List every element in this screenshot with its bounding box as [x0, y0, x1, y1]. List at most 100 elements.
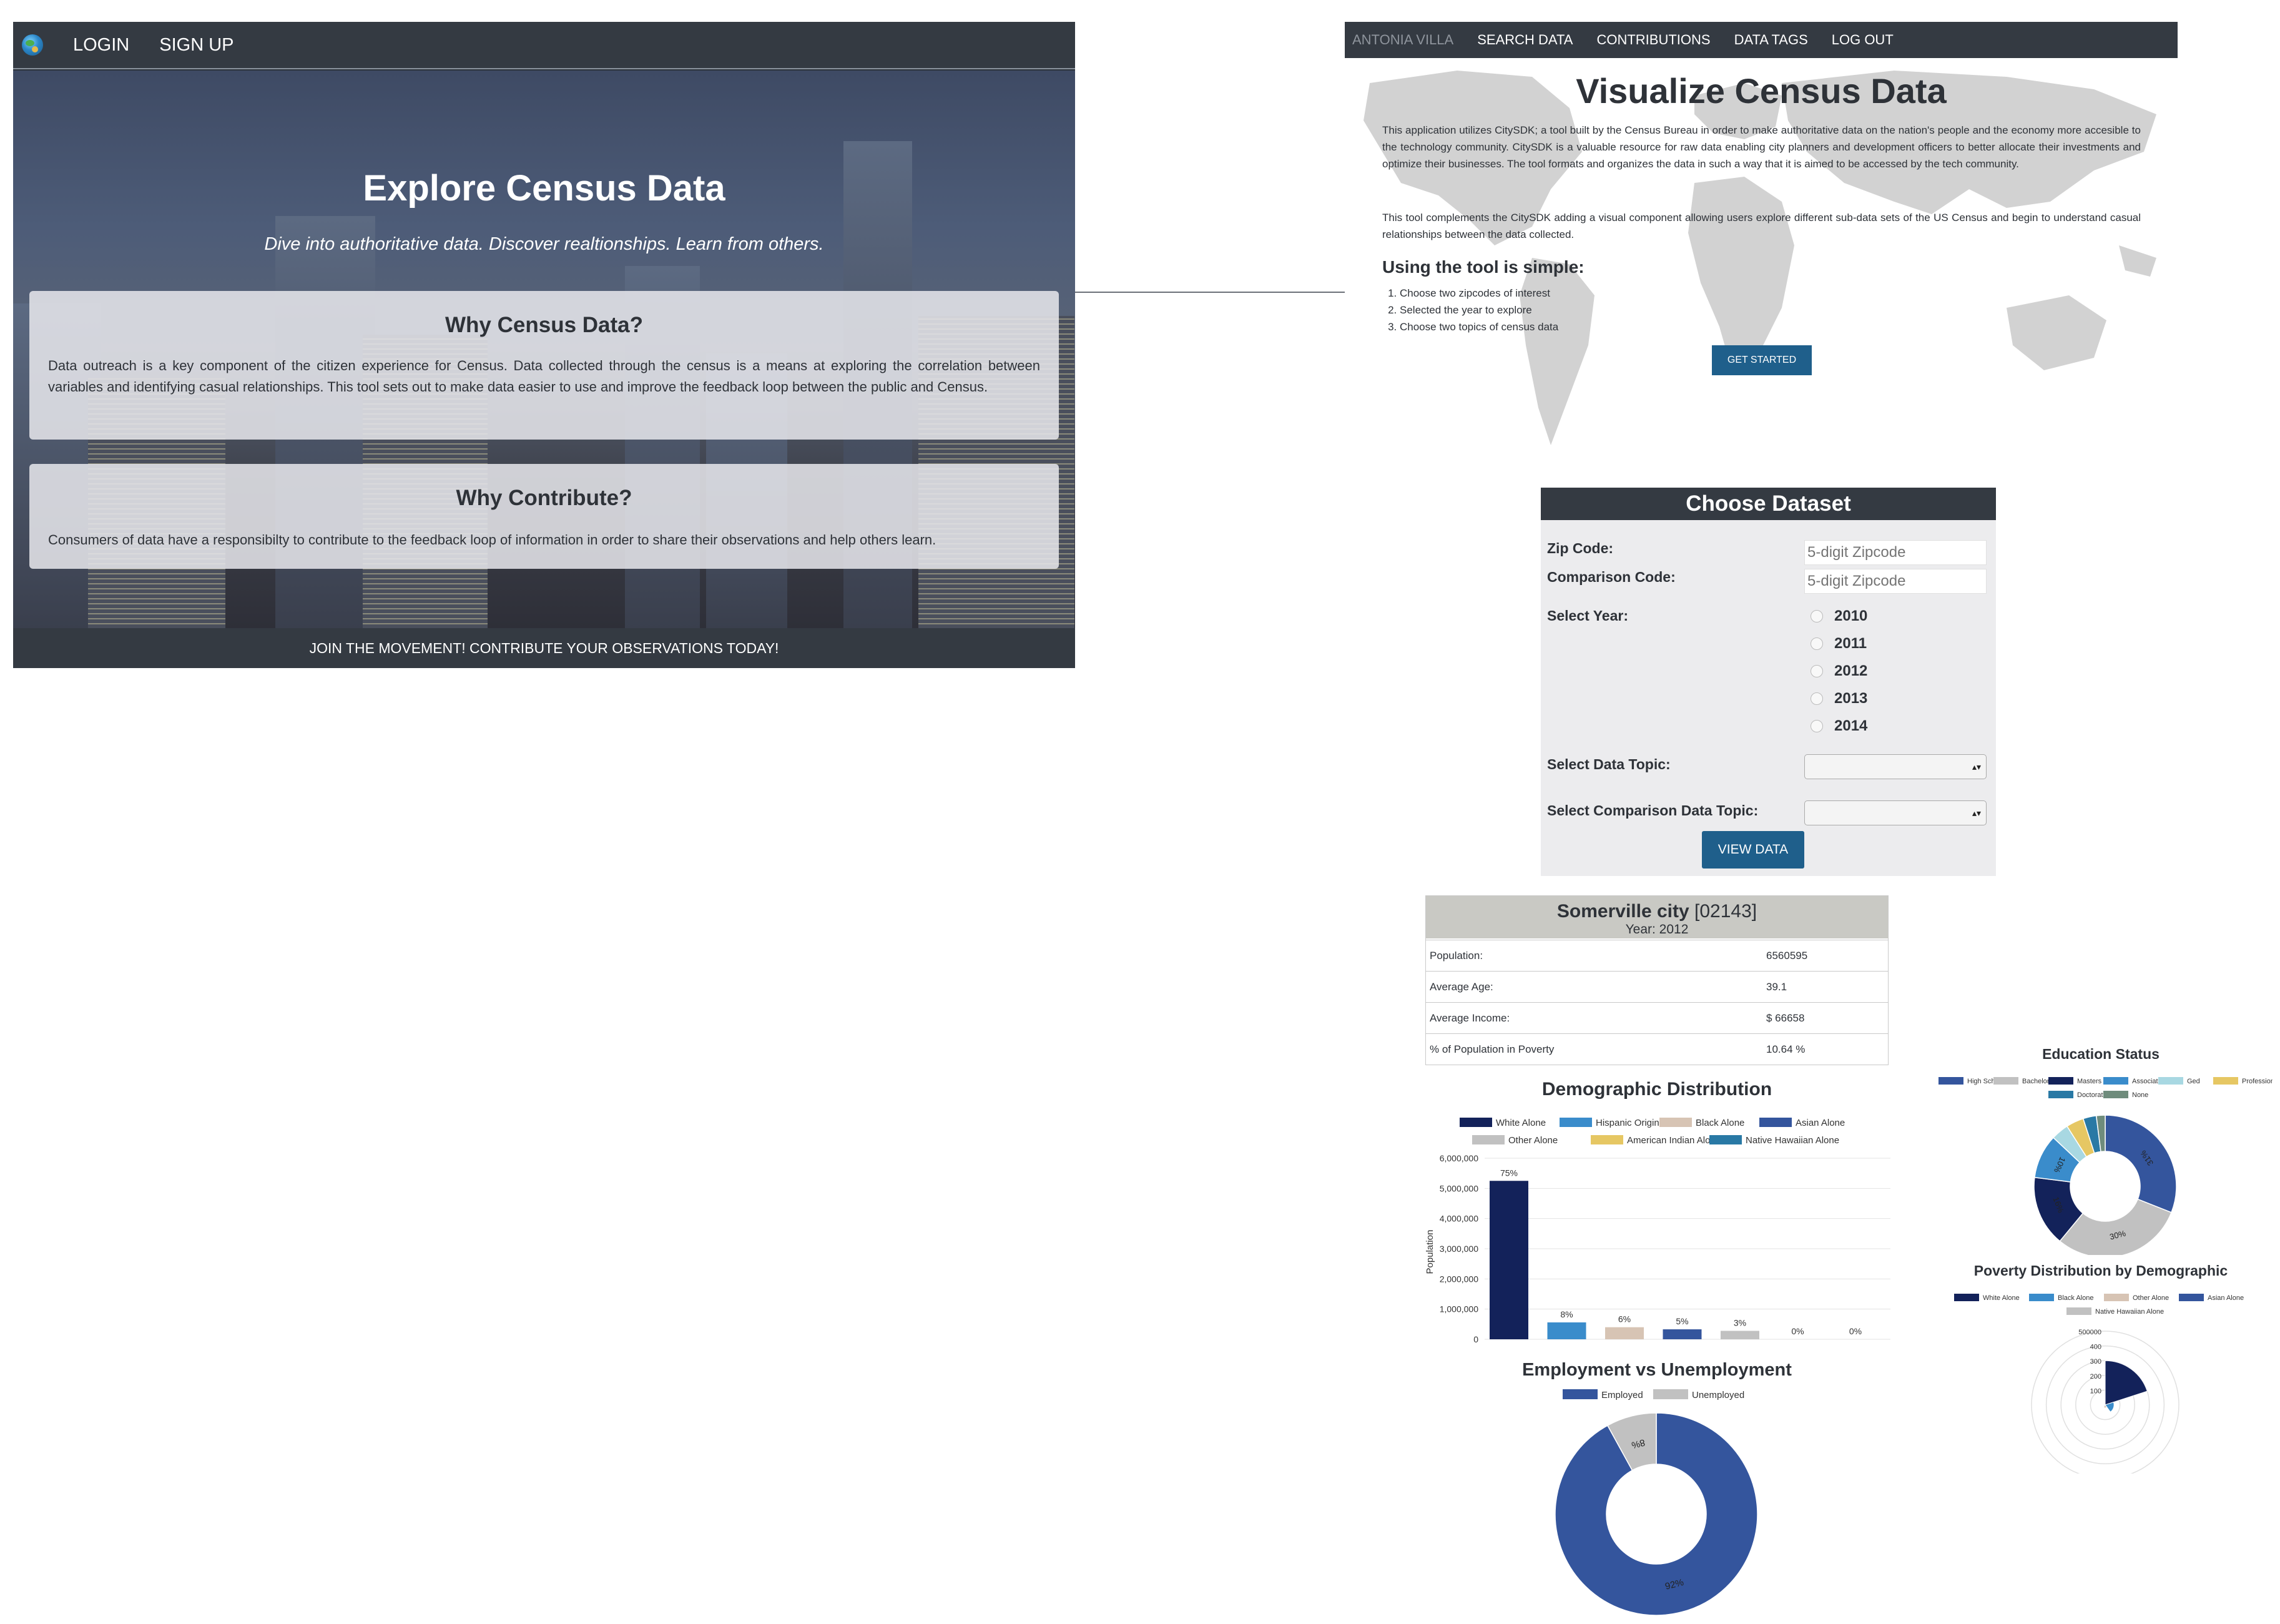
city-card-header: Somerville city [02143] Year: 2012	[1426, 896, 1888, 938]
r-tick-label: 200	[2090, 1373, 2101, 1380]
year-radio-2012[interactable]: 2012	[1811, 662, 1867, 680]
row-value: $ 66658	[1766, 1011, 1805, 1024]
get-started-button[interactable]: GET STARTED	[1712, 345, 1812, 375]
y-tick-label: 0	[1473, 1334, 1478, 1342]
search-data-link[interactable]: SEARCH DATA	[1477, 32, 1573, 48]
legend-label: Unemployed	[1692, 1390, 1744, 1400]
bar-value-label: 6%	[1618, 1314, 1631, 1324]
polar-slice	[2103, 1404, 2106, 1407]
radio-circle-icon[interactable]	[1811, 637, 1823, 650]
y-tick-label: 4,000,000	[1440, 1214, 1478, 1224]
legend-label: None	[2132, 1091, 2148, 1099]
legend-label: Asian Alone	[1796, 1118, 1845, 1128]
legend-label: Professional	[2242, 1078, 2273, 1085]
legend-swatch	[2103, 1091, 2128, 1098]
legend-swatch	[1659, 1118, 1692, 1127]
legend-label: Hispanic Origin	[1596, 1118, 1659, 1128]
join-footer-banner[interactable]: JOIN THE MOVEMENT! CONTRIBUTE YOUR OBSER…	[13, 628, 1075, 668]
city-title: Somerville city [02143]	[1426, 896, 1888, 922]
login-link[interactable]: LOGIN	[73, 35, 129, 56]
bar-value-label: 3%	[1734, 1317, 1746, 1327]
why-census-title: Why Census Data?	[445, 313, 643, 337]
view-data-button[interactable]: VIEW DATA	[1702, 831, 1804, 869]
select-year-label: Select Year:	[1547, 608, 1629, 624]
legend-label: Other Alone	[1508, 1135, 1558, 1146]
radio-circle-icon[interactable]	[1811, 665, 1823, 677]
legend-swatch	[2066, 1307, 2091, 1315]
education-donut-chart: High School Bachelors Masters Associates Ged…	[1938, 1077, 2273, 1255]
education-chart-title: Education Status	[2042, 1046, 2160, 1062]
comparison-code-label: Comparison Code:	[1547, 569, 1676, 585]
r-tick-label: 500000	[2078, 1329, 2101, 1336]
zip-code-label: Zip Code:	[1547, 540, 1614, 556]
intro-paragraph: This application utilizes CitySDK; a too…	[1382, 124, 2141, 170]
select-arrows-icon: ▴▾	[1972, 761, 1981, 772]
y-axis-label: Population	[1425, 1230, 1435, 1274]
demographic-bar-chart: White Alone Hispanic Origin Black Alone Asi…	[1425, 1118, 1890, 1342]
row-label: Average Income:	[1430, 1011, 1510, 1024]
why-contribute-text: Consumers of data have a responsibilty t…	[48, 532, 936, 548]
radio-circle-icon[interactable]	[1811, 720, 1823, 732]
step-item: Choose two zipcodes of interest	[1400, 285, 1558, 302]
r-tick-label: 400	[2090, 1344, 2101, 1351]
contributions-link[interactable]: CONTRIBUTIONS	[1596, 32, 1710, 48]
comparison-code-input[interactable]	[1804, 569, 1987, 594]
year-radio-2014[interactable]: 2014	[1811, 717, 1867, 735]
hero-title: Explore Census Data	[363, 168, 725, 209]
legend-swatch	[2104, 1294, 2129, 1301]
legend-label: Masters	[2077, 1078, 2102, 1085]
legend-label: American Indian Alone	[1627, 1135, 1721, 1146]
city-zip: [02143]	[1694, 901, 1757, 922]
hero-city-background: Explore Census Data Dive into authoritat…	[13, 71, 1075, 628]
table-row: Population: 6560595	[1426, 940, 1888, 971]
data-tags-link[interactable]: DATA TAGS	[1734, 32, 1808, 48]
radio-circle-icon[interactable]	[1811, 692, 1823, 705]
row-label: Population:	[1430, 949, 1483, 962]
landing-navbar: LOGIN SIGN UP	[13, 22, 1075, 69]
legend-swatch	[1954, 1294, 1979, 1301]
step-item: Selected the year to explore	[1400, 302, 1558, 318]
data-topic-select[interactable]: ▴▾	[1804, 754, 1987, 779]
bar-value-label: 8%	[1560, 1309, 1573, 1319]
legend-swatch	[1472, 1135, 1505, 1144]
y-tick-label: 6,000,000	[1440, 1153, 1478, 1163]
table-row: Average Income: $ 66658	[1426, 1002, 1888, 1033]
legend-label: Asian Alone	[2208, 1294, 2244, 1302]
legend-swatch	[2158, 1077, 2183, 1085]
year-radio-2013[interactable]: 2013	[1811, 690, 1867, 707]
legend-swatch	[2179, 1294, 2204, 1301]
legend-label: Doctorate	[2077, 1091, 2107, 1099]
visualize-page-panel: ANTONIA VILLA SEARCH DATA CONTRIBUTIONS …	[1345, 22, 2178, 521]
bar-value-label: 75%	[1500, 1168, 1518, 1178]
comparison-topic-select[interactable]: ▴▾	[1804, 800, 1987, 825]
city-name: Somerville city	[1556, 901, 1689, 922]
row-value: 39.1	[1766, 980, 1787, 993]
legend-label: Native Hawaiian Alone	[1746, 1135, 1839, 1146]
bar-value-label: 5%	[1676, 1316, 1688, 1326]
bar-value-label: 0%	[1791, 1326, 1804, 1336]
year-radio-2011[interactable]: 2011	[1811, 635, 1867, 652]
bar	[1721, 1331, 1759, 1339]
row-value: 10.64 %	[1766, 1043, 1806, 1055]
legend-swatch	[1653, 1389, 1688, 1399]
bar	[1605, 1327, 1644, 1339]
legend-swatch	[1591, 1135, 1623, 1144]
zip-code-input[interactable]	[1804, 540, 1987, 565]
legend-swatch	[1563, 1389, 1598, 1399]
radio-circle-icon[interactable]	[1811, 610, 1823, 623]
legend-label: Black Alone	[1696, 1118, 1744, 1128]
globe-logo-icon[interactable]	[22, 34, 43, 56]
legend-label: Ged	[2187, 1078, 2200, 1085]
legend-swatch	[2048, 1077, 2073, 1085]
polar-slice	[2105, 1360, 2148, 1405]
row-label: Average Age:	[1430, 980, 1493, 993]
year-radio-2010[interactable]: 2010	[1811, 608, 1867, 625]
employment-donut-chart: Employed Unemployed92%8%	[1555, 1389, 1758, 1616]
logout-link[interactable]: LOG OUT	[1832, 32, 1894, 48]
r-tick-label: 100	[2090, 1387, 2101, 1395]
legend-swatch	[2029, 1294, 2054, 1301]
row-value: 6560595	[1766, 949, 1808, 962]
poverty-polar-chart: White Alone Black Alone Other Alone Asian A…	[1954, 1294, 2244, 1474]
username-label: ANTONIA VILLA	[1352, 32, 1454, 47]
signup-link[interactable]: SIGN UP	[159, 35, 233, 56]
